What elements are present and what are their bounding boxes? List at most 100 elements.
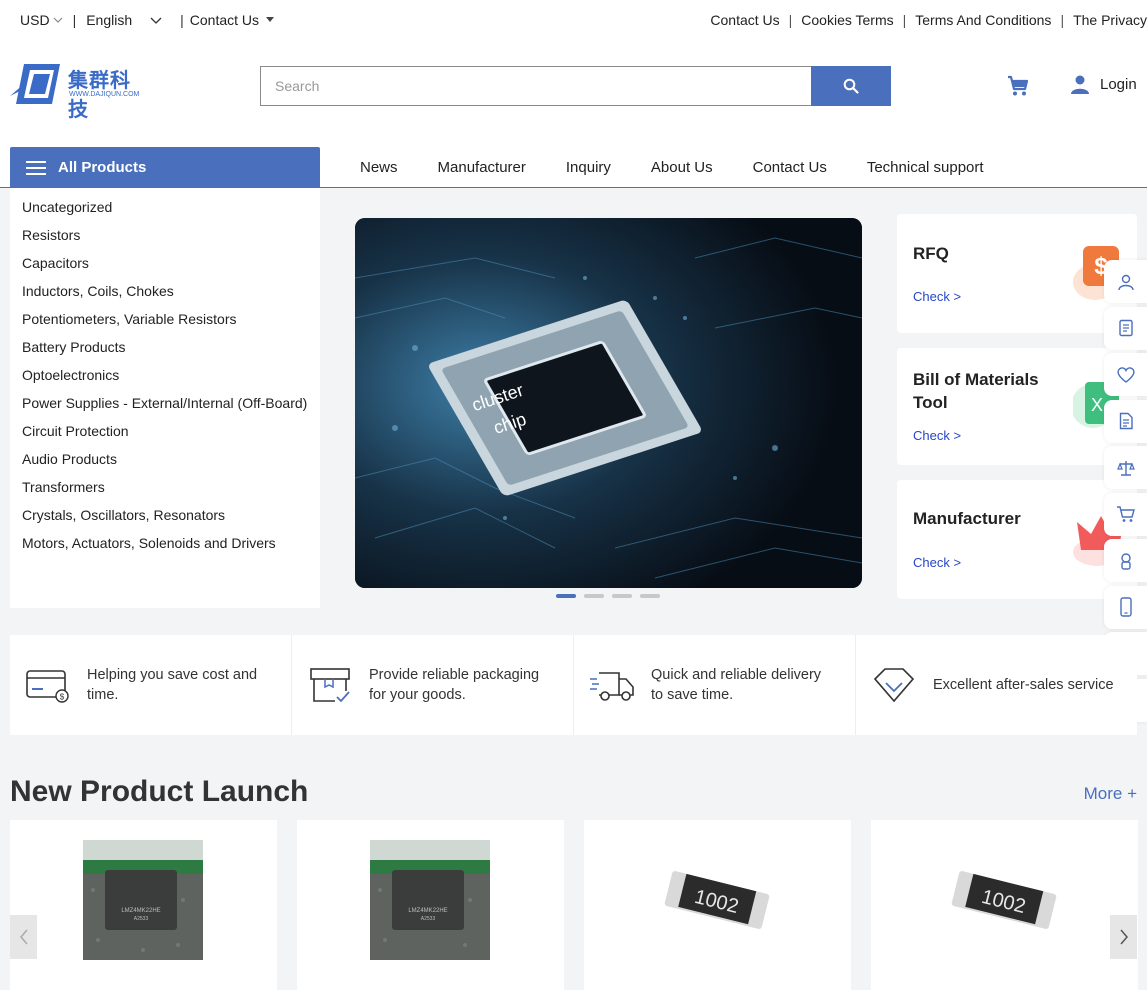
check-link[interactable]: Check > <box>913 289 961 304</box>
nav-item-manufacturer[interactable]: Manufacturer <box>438 159 526 176</box>
top-link-contact-us[interactable]: Contact Us <box>710 12 779 28</box>
sidebar-cart-button[interactable] <box>1104 492 1147 536</box>
search-button[interactable] <box>811 66 891 106</box>
feature-item: Quick and reliable delivery to save time… <box>574 635 856 735</box>
category-item[interactable]: Power Supplies - External/Internal (Off-… <box>22 395 308 423</box>
category-item[interactable]: Resistors <box>22 227 308 255</box>
category-item[interactable]: Uncategorized <box>22 199 308 227</box>
check-link[interactable]: Check > <box>913 555 961 570</box>
carousel-dot[interactable] <box>584 594 604 598</box>
currency-selector[interactable]: USD <box>20 12 63 28</box>
divider: | <box>902 12 907 28</box>
document-icon <box>1118 319 1133 337</box>
divider: | <box>180 12 184 28</box>
product-card[interactable]: LMZ4MK22HE A2533 <box>297 820 564 990</box>
card-title: Bill of Materials Tool <box>913 370 1039 412</box>
carousel-prev-button[interactable] <box>10 915 37 959</box>
chip-marking-2: A2533 <box>421 916 436 922</box>
card-manufacturer[interactable]: Manufacturer Check > <box>897 480 1137 599</box>
check-link[interactable]: Check > <box>913 428 961 443</box>
sidebar-user-button[interactable] <box>1104 260 1147 303</box>
category-item[interactable]: Crystals, Oscillators, Resonators <box>22 507 308 535</box>
top-link-privacy[interactable]: The Privacy <box>1073 12 1147 28</box>
all-products-label: All Products <box>58 159 147 176</box>
category-item[interactable]: Optoelectronics <box>22 367 308 395</box>
feature-text: Provide reliable packaging for your good… <box>369 667 540 703</box>
hero-banner[interactable]: cluster chip <box>355 218 862 588</box>
sidebar-document-button[interactable] <box>1104 306 1147 350</box>
category-item[interactable]: Transformers <box>22 479 308 507</box>
nav-item-technical-support[interactable]: Technical support <box>867 159 984 176</box>
features-strip: $ Helping you save cost and time. Provid… <box>10 635 1137 735</box>
category-item[interactable]: Motors, Actuators, Solenoids and Drivers <box>22 535 308 563</box>
top-bar: USD | English | Contact Us Contact Us | … <box>0 0 1147 40</box>
login-label: Login <box>1100 75 1137 93</box>
sidebar-file-button[interactable] <box>1104 399 1147 443</box>
menu-icon <box>26 160 46 175</box>
carousel-next-button[interactable] <box>1110 915 1137 959</box>
sidebar-compare-button[interactable] <box>1104 446 1147 489</box>
nav-item-inquiry[interactable]: Inquiry <box>566 159 611 176</box>
contact-dropdown-label: Contact Us <box>189 12 260 28</box>
all-products-button[interactable]: All Products <box>10 147 320 188</box>
cart-button[interactable] <box>1006 74 1030 103</box>
nav-item-about-us[interactable]: About Us <box>651 159 713 176</box>
chevron-down-icon <box>150 17 162 24</box>
heart-icon <box>1116 366 1135 383</box>
product-card[interactable]: 1002 <box>871 820 1138 990</box>
category-item[interactable]: Inductors, Coils, Chokes <box>22 283 308 311</box>
card-savings-icon: $ <box>26 670 69 703</box>
search-input[interactable] <box>260 66 811 106</box>
category-item[interactable]: Circuit Protection <box>22 423 308 451</box>
top-links: Contact Us | Cookies Terms | Terms And C… <box>710 12 1147 28</box>
product-card[interactable]: LMZ4MK22HE A2533 <box>10 820 277 990</box>
top-link-terms-and-conditions[interactable]: Terms And Conditions <box>915 12 1051 28</box>
nav-item-news[interactable]: News <box>360 159 398 176</box>
category-item[interactable]: Battery Products <box>22 339 308 367</box>
sidebar-support-button[interactable] <box>1104 539 1147 582</box>
card-title: Manufacturer <box>913 509 1021 528</box>
feature-item: $ Helping you save cost and time. <box>10 635 292 735</box>
diamond-icon <box>873 668 915 703</box>
more-link[interactable]: More + <box>1084 784 1137 804</box>
chevron-right-icon <box>1119 929 1128 945</box>
header: 集群科技 WWW.DAJIQUN.COM Login <box>0 40 1147 148</box>
divider: | <box>788 12 793 28</box>
user-icon <box>1071 75 1089 94</box>
product-image: LMZ4MK22HE A2533 <box>83 840 203 960</box>
language-selector[interactable]: English <box>86 12 162 28</box>
top-link-cookies-terms[interactable]: Cookies Terms <box>801 12 893 28</box>
divider: | <box>1060 12 1065 28</box>
card-bom-tool[interactable]: Bill of Materials Tool Check > X <box>897 348 1137 465</box>
product-image: LMZ4MK22HE A2533 <box>370 840 490 960</box>
product-image: 1002 <box>664 871 770 929</box>
contact-dropdown[interactable]: Contact Us <box>190 12 275 28</box>
carousel-dot[interactable] <box>556 594 576 598</box>
chevron-left-icon <box>19 929 28 945</box>
section-title: New Product Launch <box>10 775 309 808</box>
carousel-dot[interactable] <box>640 594 660 598</box>
nav-item-contact-us[interactable]: Contact Us <box>753 159 827 176</box>
delivery-truck-icon <box>590 672 634 701</box>
cart-icon <box>1008 75 1029 96</box>
sidebar-favorites-button[interactable] <box>1104 353 1147 396</box>
category-item[interactable]: Potentiometers, Variable Resistors <box>22 311 308 339</box>
top-bar-left: USD | English | Contact Us <box>20 12 275 28</box>
nav-links: News Manufacturer Inquiry About Us Conta… <box>360 159 1024 176</box>
card-rfq[interactable]: RFQ Check > $ <box>897 214 1137 333</box>
carousel-dot[interactable] <box>612 594 632 598</box>
category-item[interactable]: Audio Products <box>22 451 308 479</box>
currency-label: USD <box>20 12 50 28</box>
login-button[interactable]: Login <box>1070 74 1137 94</box>
svg-text:X: X <box>1091 395 1103 415</box>
card-title: RFQ <box>913 244 949 263</box>
product-card[interactable]: 1002 <box>584 820 851 990</box>
logo[interactable]: 集群科技 WWW.DAJIQUN.COM <box>10 60 150 121</box>
search-icon <box>843 78 859 94</box>
scale-icon <box>1116 460 1135 476</box>
category-item[interactable]: Capacitors <box>22 255 308 283</box>
sidebar-phone-button[interactable] <box>1104 585 1147 629</box>
chip-marking-1: LMZ4MK22HE <box>121 908 160 914</box>
carousel-dots <box>556 594 668 598</box>
feature-text: Excellent after-sales service <box>933 677 1114 693</box>
